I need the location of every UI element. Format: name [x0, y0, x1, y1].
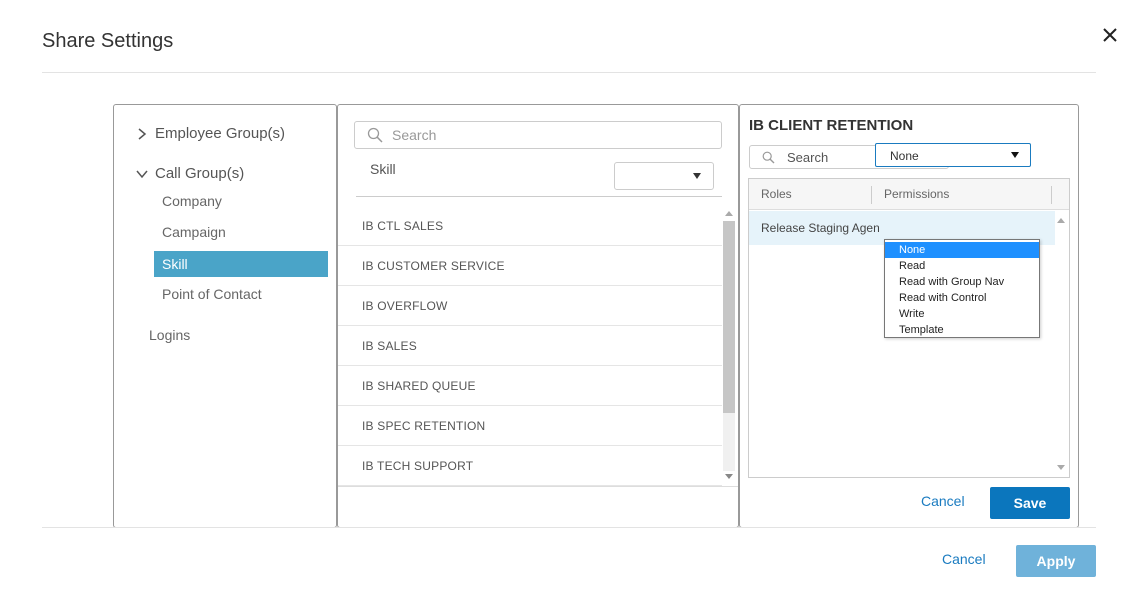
caret-down-icon	[1011, 152, 1019, 158]
scroll-up-icon[interactable]	[1057, 218, 1065, 223]
list-item[interactable]: IB CTL SALES	[338, 206, 722, 246]
list-scrollbar[interactable]	[722, 205, 736, 487]
tree-item-campaign[interactable]: Campaign	[154, 219, 328, 245]
dialog-title: Share Settings	[42, 30, 174, 52]
share-settings-dialog: Share Settings Employee Group(s) Call Gr…	[0, 0, 1140, 605]
permission-select[interactable]: None	[875, 143, 1031, 167]
apply-button[interactable]: Apply	[1016, 545, 1096, 577]
caret-down-icon	[693, 173, 701, 179]
role-name: Release Staging Agent	[761, 221, 879, 235]
scroll-down-icon[interactable]	[1057, 465, 1065, 470]
cancel-button[interactable]: Cancel	[942, 551, 986, 567]
search-icon	[367, 127, 383, 143]
selected-skill-title: IB CLIENT RETENTION	[749, 117, 914, 134]
dropdown-option-read-with-control[interactable]: Read with Control	[885, 290, 1039, 306]
dropdown-option-template[interactable]: Template	[885, 322, 1039, 338]
roles-scrollbar[interactable]	[1054, 211, 1068, 477]
skill-search-box[interactable]	[354, 121, 722, 149]
dropdown-option-none[interactable]: None	[885, 242, 1039, 258]
tree-call-groups[interactable]: Call Group(s)	[136, 165, 244, 182]
divider	[42, 527, 1096, 528]
scrollbar-thumb[interactable]	[723, 221, 735, 413]
dropdown-option-read-with-group-nav[interactable]: Read with Group Nav	[885, 274, 1039, 290]
list-item[interactable]: IB CUSTOMER SERVICE	[338, 246, 722, 286]
close-icon[interactable]	[1099, 24, 1121, 46]
save-button[interactable]: Save	[990, 487, 1070, 519]
dropdown-option-write[interactable]: Write	[885, 306, 1039, 322]
skill-list-panel: Skill IB CTL SALES IB CUSTOMER SERVICE I…	[337, 104, 739, 528]
scroll-up-icon[interactable]	[725, 211, 733, 216]
divider	[356, 196, 722, 197]
column-separator	[871, 186, 872, 204]
list-item[interactable]: IB SHARED QUEUE	[338, 366, 722, 406]
list-item[interactable]: IB OVERFLOW	[338, 286, 722, 326]
group-tree-panel: Employee Group(s) Call Group(s) Company …	[113, 104, 337, 528]
list-type-label: Skill	[370, 161, 396, 177]
tree-group-label: Call Group(s)	[155, 165, 245, 182]
list-item[interactable]: IB TECH SUPPORT	[338, 446, 722, 486]
permission-dropdown-menu: None Read Read with Group Nav Read with …	[884, 239, 1040, 338]
skill-filter-select[interactable]	[614, 162, 714, 190]
table-header: Roles Permissions	[749, 179, 1069, 210]
tree-item-logins[interactable]: Logins	[149, 327, 190, 343]
skill-list: IB CTL SALES IB CUSTOMER SERVICE IB OVER…	[338, 206, 722, 486]
tree-employee-groups[interactable]: Employee Group(s)	[136, 125, 285, 142]
scroll-down-icon[interactable]	[725, 474, 733, 479]
panel-cancel-button[interactable]: Cancel	[921, 493, 965, 509]
column-header-roles: Roles	[761, 187, 792, 201]
chevron-right-icon	[138, 127, 147, 140]
search-icon	[762, 151, 775, 163]
tree-item-skill[interactable]: Skill	[154, 251, 328, 277]
tree-group-label: Employee Group(s)	[155, 125, 286, 142]
chevron-down-icon	[136, 170, 148, 178]
tree-item-company[interactable]: Company	[154, 188, 328, 214]
permission-value: None	[890, 149, 919, 163]
dropdown-option-read[interactable]: Read	[885, 258, 1039, 274]
divider	[42, 72, 1096, 73]
column-header-permissions: Permissions	[884, 187, 950, 201]
list-item[interactable]: IB SPEC RETENTION	[338, 406, 722, 446]
skill-search-input[interactable]	[392, 127, 692, 143]
list-item[interactable]: IB SALES	[338, 326, 722, 366]
tree-item-point-of-contact[interactable]: Point of Contact	[154, 281, 328, 307]
column-separator	[1051, 186, 1052, 204]
divider	[338, 486, 738, 487]
